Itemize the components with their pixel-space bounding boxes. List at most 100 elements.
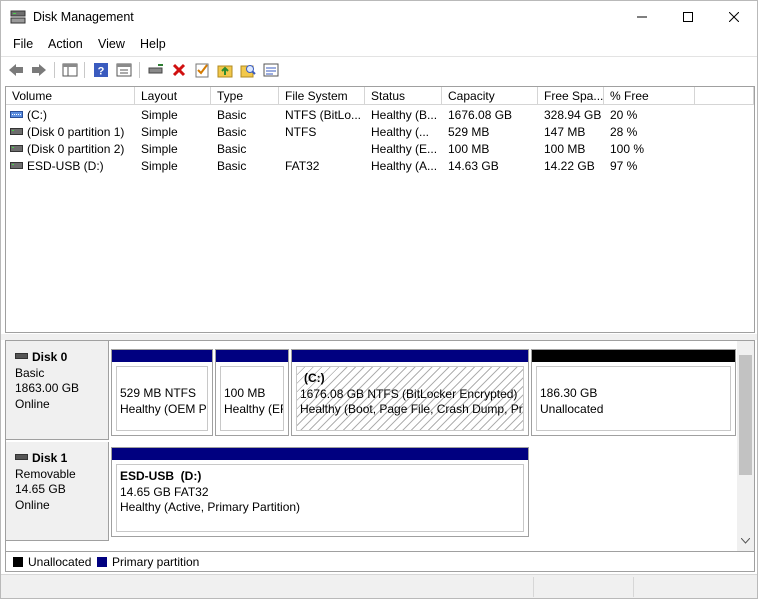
cell-status: Healthy (A... bbox=[371, 159, 438, 173]
properties-button[interactable] bbox=[115, 61, 133, 79]
cell-capacity: 1676.08 GB bbox=[448, 108, 513, 122]
table-row[interactable]: (Disk 0 partition 1) Simple Basic NTFS H… bbox=[6, 124, 754, 141]
cell-layout: Simple bbox=[141, 159, 178, 173]
disk-0-label[interactable]: Disk 0 Basic 1863.00 GB Online bbox=[6, 341, 109, 440]
window-title: Disk Management bbox=[33, 10, 134, 24]
cell-percent-free: 100 % bbox=[610, 142, 645, 156]
volume-list[interactable]: Volume Layout Type File System Status Ca… bbox=[5, 86, 755, 333]
check-button[interactable] bbox=[193, 61, 211, 79]
forward-icon bbox=[32, 64, 46, 76]
toolbar: ? bbox=[1, 56, 757, 82]
menu-action[interactable]: Action bbox=[48, 37, 83, 51]
status-bar bbox=[1, 574, 757, 598]
cell-volume: (Disk 0 partition 2) bbox=[27, 142, 125, 156]
column-header-free-space[interactable]: Free Spa... bbox=[538, 87, 604, 105]
column-header-type[interactable]: Type bbox=[211, 87, 279, 105]
column-header-layout[interactable]: Layout bbox=[135, 87, 211, 105]
minimize-icon bbox=[637, 16, 647, 18]
maximize-button[interactable] bbox=[665, 1, 711, 33]
partition-c[interactable]: (C:) 1676.08 GB NTFS (BitLocker Encrypte… bbox=[291, 349, 529, 436]
partition-efi[interactable]: 100 MB Healthy (EF bbox=[215, 349, 289, 436]
forward-button[interactable] bbox=[30, 61, 48, 79]
cell-file-system: NTFS (BitLo... bbox=[285, 108, 362, 122]
volume-icon bbox=[10, 111, 23, 118]
minimize-button[interactable] bbox=[619, 1, 665, 33]
partition-unallocated[interactable]: 186.30 GB Unallocated bbox=[531, 349, 736, 436]
up-folder-icon bbox=[217, 65, 233, 78]
partition-status: Unallocated bbox=[540, 401, 604, 416]
cell-layout: Simple bbox=[141, 142, 178, 156]
search-icon bbox=[240, 65, 256, 78]
partition-esd-usb[interactable]: ESD-USB (D:) 14.65 GB FAT32 Healthy (Act… bbox=[111, 447, 529, 537]
menu-file[interactable]: File bbox=[13, 37, 33, 51]
cell-free-space: 14.22 GB bbox=[544, 159, 595, 173]
partition-size: 100 MB bbox=[224, 386, 266, 400]
delete-button[interactable] bbox=[170, 61, 188, 79]
partition-label: (C:) bbox=[304, 371, 325, 385]
table-row[interactable]: ESD-USB (D:) Simple Basic FAT32 Healthy … bbox=[6, 158, 754, 175]
maximize-icon bbox=[683, 12, 693, 22]
primary-partition-bar bbox=[216, 350, 288, 362]
disk-map-scrollbar[interactable] bbox=[737, 341, 754, 551]
settings-button[interactable] bbox=[262, 61, 280, 79]
partition-label: ESD-USB (D:) bbox=[120, 469, 202, 483]
title-bar: Disk Management bbox=[1, 1, 757, 33]
disk-icon bbox=[15, 454, 28, 460]
cell-status: Healthy (B... bbox=[371, 108, 438, 122]
legend: Unallocated Primary partition bbox=[5, 552, 755, 572]
column-header-file-system[interactable]: File System bbox=[279, 87, 365, 105]
cell-layout: Simple bbox=[141, 108, 178, 122]
column-header-volume[interactable]: Volume bbox=[6, 87, 135, 105]
help-button[interactable]: ? bbox=[92, 61, 110, 79]
close-button[interactable] bbox=[711, 1, 757, 33]
close-icon bbox=[729, 12, 739, 22]
cell-volume: (Disk 0 partition 1) bbox=[27, 125, 125, 139]
partition-details: (C:) 1676.08 GB NTFS (BitLocker Encrypte… bbox=[296, 366, 524, 431]
status-segment bbox=[633, 577, 757, 597]
disk-state: Online bbox=[15, 497, 50, 512]
disk-1-label[interactable]: Disk 1 Removable 14.65 GB Online bbox=[6, 442, 109, 541]
partition-details: 100 MB Healthy (EF bbox=[220, 366, 284, 431]
disk-name: Disk 1 bbox=[32, 451, 68, 465]
scroll-down-icon[interactable] bbox=[741, 538, 750, 544]
disk-management-window: Disk Management File Action View Help ? bbox=[0, 0, 758, 599]
disk-map: Disk 0 Basic 1863.00 GB Online 529 MB NT… bbox=[5, 340, 755, 552]
partition-details: 529 MB NTFS Healthy (OEM Pa bbox=[116, 366, 208, 431]
cell-capacity: 529 MB bbox=[448, 125, 490, 139]
menu-help[interactable]: Help bbox=[140, 37, 166, 51]
toolbar-separator bbox=[54, 62, 55, 78]
cell-file-system: NTFS bbox=[285, 125, 317, 139]
connect-drive-button[interactable] bbox=[147, 61, 165, 79]
properties-icon bbox=[116, 63, 132, 77]
cell-capacity: 14.63 GB bbox=[448, 159, 499, 173]
connect-drive-icon bbox=[148, 64, 163, 74]
table-row[interactable]: (C:) Simple Basic NTFS (BitLo... Healthy… bbox=[6, 107, 754, 124]
column-header-status[interactable]: Status bbox=[365, 87, 442, 105]
volume-icon bbox=[10, 128, 23, 135]
table-row[interactable]: (Disk 0 partition 2) Simple Basic Health… bbox=[6, 141, 754, 158]
svg-text:?: ? bbox=[98, 66, 105, 78]
menu-view[interactable]: View bbox=[98, 37, 125, 51]
partition-details: 186.30 GB Unallocated bbox=[536, 366, 731, 431]
search-button[interactable] bbox=[239, 61, 257, 79]
up-folder-button[interactable] bbox=[216, 61, 234, 79]
legend-swatch-primary bbox=[97, 557, 107, 567]
show-hide-console-tree-button[interactable] bbox=[61, 61, 79, 79]
column-header-capacity[interactable]: Capacity bbox=[442, 87, 538, 105]
legend-label-unallocated: Unallocated bbox=[28, 555, 92, 569]
disk-state: Online bbox=[15, 396, 50, 411]
primary-partition-bar bbox=[112, 350, 212, 362]
partition-size: 186.30 GB bbox=[540, 386, 598, 400]
back-button[interactable] bbox=[7, 61, 25, 79]
volume-icon bbox=[10, 162, 23, 169]
column-header-percent-free[interactable]: % Free bbox=[604, 87, 695, 105]
disk-size: 14.65 GB bbox=[15, 482, 66, 496]
scrollbar-thumb[interactable] bbox=[739, 355, 752, 475]
partition-size: 1676.08 GB NTFS (BitLocker Encrypted) bbox=[300, 386, 518, 401]
volume-icon bbox=[10, 145, 23, 152]
column-header-filler bbox=[695, 87, 754, 105]
cell-type: Basic bbox=[217, 159, 247, 173]
primary-partition-bar bbox=[112, 448, 528, 460]
partition-oem[interactable]: 529 MB NTFS Healthy (OEM Pa bbox=[111, 349, 213, 436]
cell-type: Basic bbox=[217, 142, 247, 156]
